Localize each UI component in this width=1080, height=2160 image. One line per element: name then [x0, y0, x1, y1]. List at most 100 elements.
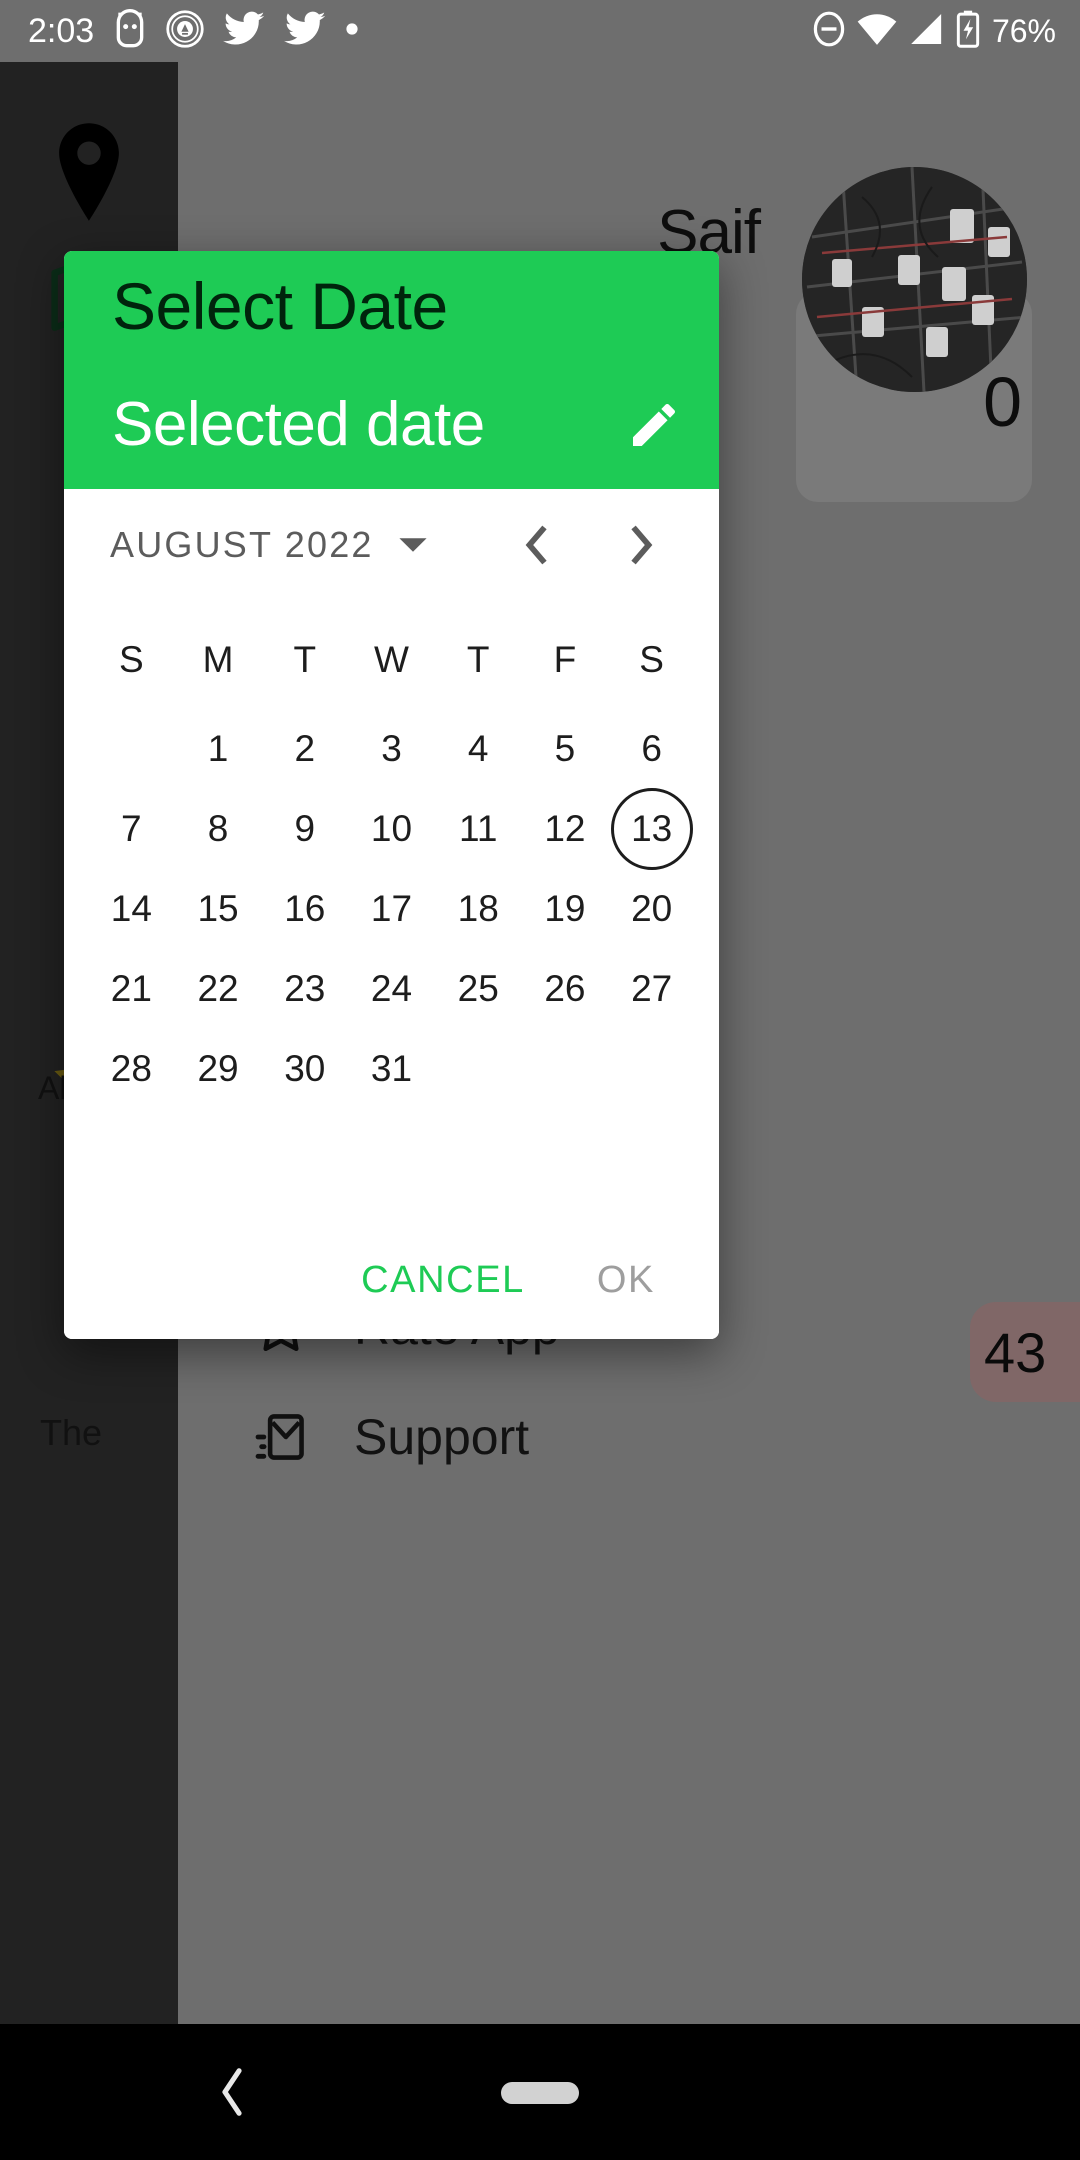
calendar-day-label: 4	[467, 728, 489, 769]
calendar-day-label: 23	[284, 968, 326, 1009]
calendar-day-11[interactable]: 11	[435, 789, 522, 869]
calendar-day-label: 8	[207, 808, 229, 849]
calendar-day-label: 28	[110, 1048, 152, 1089]
calendar-day-14[interactable]: 14	[88, 869, 175, 949]
calendar-day-label: 22	[197, 968, 239, 1009]
dot-icon	[345, 22, 359, 41]
calendar-day-label: 29	[197, 1048, 239, 1089]
calendar-day-5[interactable]: 5	[522, 709, 609, 789]
calendar-day-label: 10	[370, 808, 413, 849]
calendar-day-label: 21	[110, 968, 152, 1009]
calendar-day-9[interactable]: 9	[261, 789, 348, 869]
calendar-day-6[interactable]: 6	[608, 709, 695, 789]
calendar-day-15[interactable]: 15	[175, 869, 262, 949]
calendar-day-21[interactable]: 21	[88, 949, 175, 1029]
month-year-label[interactable]: AUGUST 2022	[110, 524, 374, 566]
weekday-label: S	[119, 639, 144, 680]
calendar-day-29[interactable]: 29	[175, 1029, 262, 1109]
calendar-day-label: 1	[207, 728, 229, 769]
calendar-day-label: 25	[457, 968, 499, 1009]
calendar-day-25[interactable]: 25	[435, 949, 522, 1029]
weekday-label: W	[374, 639, 409, 680]
calendar-day-20[interactable]: 20	[608, 869, 695, 949]
chevron-down-icon[interactable]	[396, 533, 430, 557]
calendar-day-17[interactable]: 17	[348, 869, 435, 949]
calendar-day-label: 16	[284, 888, 326, 929]
status-bar-left: 2:03	[28, 8, 359, 54]
selected-date-row: Selected date	[112, 390, 685, 459]
android-head-icon	[113, 8, 147, 54]
calendar-day-empty	[88, 709, 175, 789]
status-bar: 2:03 76%	[0, 0, 1080, 62]
calendar-body: AUGUST 2022 SMTWTFS 1 2 3 4 5 6 7 8 9 10 11 12 13 14 1…	[64, 489, 719, 1339]
calendar-day-label: 3	[381, 728, 402, 769]
calendar-day-label: 27	[631, 968, 673, 1009]
pencil-icon[interactable]	[623, 394, 685, 456]
calendar-day-label: 30	[284, 1048, 326, 1089]
calendar-day-label: 13	[610, 788, 693, 870]
calendar-day-19[interactable]: 19	[522, 869, 609, 949]
weekday-header-row: SMTWTFS	[64, 639, 719, 681]
calendar-day-label: 14	[110, 888, 152, 929]
twitter-bird-icon	[223, 11, 265, 52]
calendar-day-26[interactable]: 26	[522, 949, 609, 1029]
month-selector-row: AUGUST 2022	[64, 489, 719, 601]
dialog-title: Select Date	[112, 269, 448, 343]
do-not-disturb-icon	[812, 10, 846, 53]
chevron-right-icon[interactable]	[617, 520, 667, 570]
calendar-day-27[interactable]: 27	[608, 949, 695, 1029]
calendar-day-28[interactable]: 28	[88, 1029, 175, 1109]
calendar-spacer	[64, 1109, 719, 1221]
calendar-day-3[interactable]: 3	[348, 709, 435, 789]
calendar-day-31[interactable]: 31	[348, 1029, 435, 1109]
calendar-day-label: 9	[294, 808, 316, 849]
calendar-day-13[interactable]: 13	[608, 788, 695, 870]
chevron-left-icon[interactable]	[215, 2066, 249, 2123]
calendar-day-30[interactable]: 30	[261, 1029, 348, 1109]
calendar-day-label: 15	[197, 888, 239, 929]
weekday-label: M	[202, 639, 234, 680]
calendar-day-22[interactable]: 22	[175, 949, 262, 1029]
calendar-day-18[interactable]: 18	[435, 869, 522, 949]
chevron-left-icon[interactable]	[511, 520, 561, 570]
cancel-button[interactable]: CANCEL	[353, 1249, 533, 1312]
calendar-day-label: 31	[370, 1048, 413, 1089]
weekday-label: S	[639, 639, 664, 680]
calendar-day-label: 6	[641, 728, 662, 769]
calendar-day-label: 7	[121, 808, 142, 849]
home-pill-icon[interactable]	[501, 2082, 579, 2104]
calendar-day-23[interactable]: 23	[261, 949, 348, 1029]
battery-percent: 76%	[991, 12, 1056, 49]
calendar-day-label: 5	[554, 728, 576, 769]
weekday-label: T	[466, 639, 490, 680]
calendar-day-label: 12	[544, 808, 586, 849]
battery-charging-icon	[955, 10, 981, 53]
calendar-day-7[interactable]: 7	[88, 789, 175, 869]
wifi-icon	[857, 13, 897, 50]
calendar-day-1[interactable]: 1	[175, 709, 262, 789]
calendar-day-label: 19	[544, 888, 586, 929]
calendar-days-grid: 1 2 3 4 5 6 7 8 9 10 11 12 13 14 15 16 17 18 19 20 21 22 23 24 2…	[64, 709, 719, 1109]
calendar-day-2[interactable]: 2	[261, 709, 348, 789]
calendar-day-12[interactable]: 12	[522, 789, 609, 869]
calendar-day-label: 18	[457, 888, 499, 929]
calendar-day-4[interactable]: 4	[435, 709, 522, 789]
calendar-day-10[interactable]: 10	[348, 789, 435, 869]
calendar-day-24[interactable]: 24	[348, 949, 435, 1029]
ok-button[interactable]: OK	[589, 1249, 663, 1312]
calendar-day-label: 17	[370, 888, 413, 929]
android-nav-bar	[0, 2024, 1080, 2160]
phone-screen: All S The Saif	[0, 0, 1080, 2160]
calendar-day-16[interactable]: 16	[261, 869, 348, 949]
calendar-day-label: 26	[544, 968, 586, 1009]
calendar-day-label: 2	[294, 728, 316, 769]
dialog-action-row: CANCEL OK	[64, 1221, 719, 1339]
calendar-day-8[interactable]: 8	[175, 789, 262, 869]
status-bar-right: 76%	[812, 10, 1056, 53]
weekday-label: T	[293, 639, 317, 680]
selected-date-value: Selected date	[112, 390, 485, 459]
weekday-label: F	[553, 639, 577, 680]
twitter-bird-icon	[284, 11, 326, 52]
date-picker-header: Select Date Selected date	[64, 251, 719, 489]
calendar-day-label: 20	[631, 888, 673, 929]
